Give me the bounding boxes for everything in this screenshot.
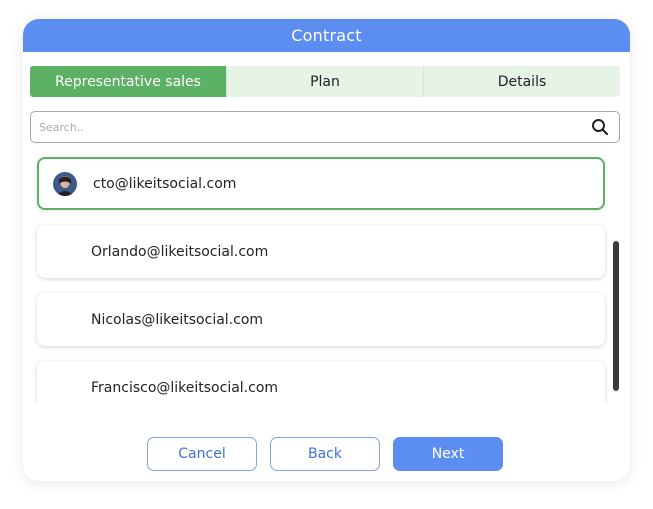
user-email: Francisco@likeitsocial.com [91,379,279,396]
user-email: Orlando@likeitsocial.com [91,243,269,260]
search-input[interactable] [31,111,585,143]
tab-bar: Representative sales Plan Details [30,66,620,97]
search-icon[interactable] [585,112,615,142]
list-scrollbar[interactable] [613,241,619,391]
list-item[interactable]: Nicolas@likeitsocial.com [37,293,605,346]
contract-modal: Contract Representative sales Plan Detai… [23,19,630,481]
list-item[interactable]: Orlando@likeitsocial.com [37,225,605,278]
tab-details[interactable]: Details [424,66,620,97]
next-button[interactable]: Next [393,437,503,471]
search-box [30,111,620,143]
modal-title: Contract [23,19,630,52]
tab-plan[interactable]: Plan [227,66,424,97]
back-button[interactable]: Back [270,437,380,471]
user-list[interactable]: cto@likeitsocial.com Orlando@likeitsocia… [23,150,630,403]
avatar [53,171,77,196]
tab-representative-sales[interactable]: Representative sales [30,66,227,97]
user-email: cto@likeitsocial.com [93,175,237,192]
list-item[interactable]: cto@likeitsocial.com [37,157,605,210]
cancel-button[interactable]: Cancel [147,437,257,471]
list-item[interactable]: Francisco@likeitsocial.com [37,361,605,403]
user-email: Nicolas@likeitsocial.com [91,311,264,328]
